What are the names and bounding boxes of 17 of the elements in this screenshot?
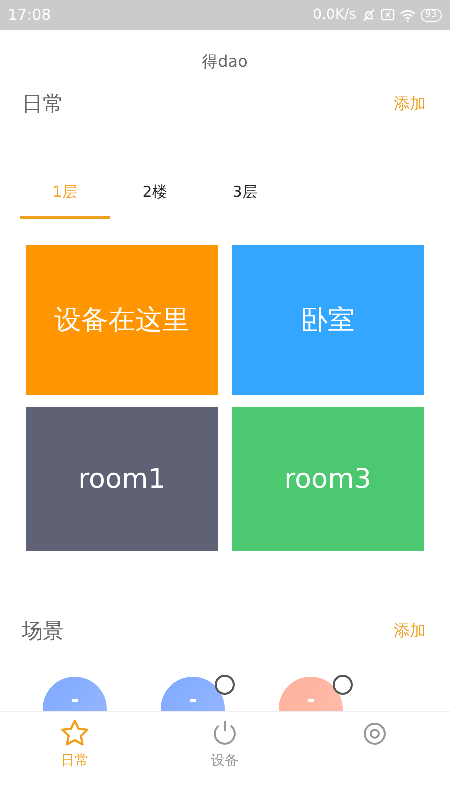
section-title: 场景 (22, 618, 64, 645)
floor-tab[interactable]: 2楼 (110, 169, 200, 219)
wifi-icon (400, 8, 416, 22)
room-card[interactable]: 设备在这里 (26, 245, 218, 395)
section-title: 日常 (22, 91, 64, 118)
floor-tab[interactable]: 1层 (20, 169, 110, 219)
floor-tab[interactable]: 3层 (200, 169, 290, 219)
tab-item[interactable]: 设备 (150, 712, 300, 800)
tab-item[interactable]: 日常 (0, 712, 150, 800)
add-button[interactable]: 添加 (394, 94, 426, 114)
app-title: 得dao (201, 51, 249, 73)
sim-icon (380, 9, 395, 21)
mute-icon (362, 8, 376, 22)
add-button[interactable]: 添加 (394, 620, 426, 642)
room-card[interactable]: room3 (232, 407, 424, 551)
room-card[interactable]: room1 (26, 407, 218, 551)
room-card[interactable]: 卧室 (232, 245, 424, 395)
